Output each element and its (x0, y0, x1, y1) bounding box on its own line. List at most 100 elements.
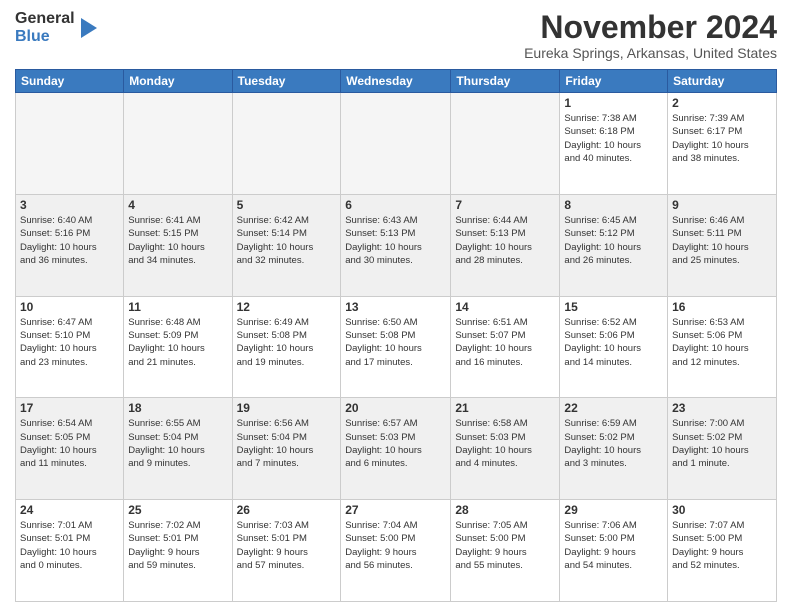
day-info: Sunrise: 6:55 AM Sunset: 5:04 PM Dayligh… (128, 417, 227, 470)
day-number: 4 (128, 198, 227, 212)
calendar-table: Sunday Monday Tuesday Wednesday Thursday… (15, 69, 777, 602)
day-number: 26 (237, 503, 337, 517)
day-number: 2 (672, 96, 772, 110)
day-number: 22 (564, 401, 663, 415)
day-info: Sunrise: 7:01 AM Sunset: 5:01 PM Dayligh… (20, 519, 119, 572)
table-cell: 21Sunrise: 6:58 AM Sunset: 5:03 PM Dayli… (451, 398, 560, 500)
location: Eureka Springs, Arkansas, United States (524, 45, 777, 61)
day-info: Sunrise: 6:50 AM Sunset: 5:08 PM Dayligh… (345, 316, 446, 369)
table-cell: 19 Sunrise: 6:56 AM Sunset: 5:04 PM Dayli… (232, 398, 341, 500)
day-number: 7 (455, 198, 555, 212)
day-info: Sunrise: 7:02 AM Sunset: 5:01 PM Dayligh… (128, 519, 227, 572)
day-number: 15 (564, 300, 663, 314)
table-cell: 15 Sunrise: 6:52 AM Sunset: 5:06 PM Dayli… (560, 296, 668, 398)
day-number: 1 (564, 96, 663, 110)
day-info: Sunrise: 7:00 AM Sunset: 5:02 PM Dayligh… (672, 417, 772, 470)
table-cell: 29Sunrise: 7:06 AM Sunset: 5:00 PM Dayli… (560, 500, 668, 602)
table-cell (451, 93, 560, 195)
day-number: 5 (237, 198, 337, 212)
table-cell: 18 Sunrise: 6:55 AM Sunset: 5:04 PM Dayli… (124, 398, 232, 500)
table-cell: 28 Sunrise: 7:05 AM Sunset: 5:00 PM Dayli… (451, 500, 560, 602)
table-cell: 6 Sunrise: 6:43 AM Sunset: 5:13 PM Daylig… (341, 194, 451, 296)
day-number: 13 (345, 300, 446, 314)
day-info: Sunrise: 7:39 AM Sunset: 6:17 PM Dayligh… (672, 112, 772, 165)
table-cell: 16 Sunrise: 6:53 AM Sunset: 5:06 PM Dayli… (668, 296, 777, 398)
table-cell: 12Sunrise: 6:49 AM Sunset: 5:08 PM Dayli… (232, 296, 341, 398)
calendar: Sunday Monday Tuesday Wednesday Thursday… (15, 69, 777, 602)
table-cell (232, 93, 341, 195)
day-number: 25 (128, 503, 227, 517)
day-number: 14 (455, 300, 555, 314)
table-cell: 26Sunrise: 7:03 AM Sunset: 5:01 PM Dayli… (232, 500, 341, 602)
day-info: Sunrise: 6:42 AM Sunset: 5:14 PM Dayligh… (237, 214, 337, 267)
page: General Blue November 2024 Eureka Spring… (0, 0, 792, 612)
logo-general: General (15, 10, 75, 28)
day-number: 18 (128, 401, 227, 415)
day-number: 3 (20, 198, 119, 212)
day-info: Sunrise: 6:56 AM Sunset: 5:04 PM Dayligh… (237, 417, 337, 470)
col-monday: Monday (124, 70, 232, 93)
table-cell: 22 Sunrise: 6:59 AM Sunset: 5:02 PM Dayli… (560, 398, 668, 500)
logo-blue: Blue (15, 28, 75, 46)
table-cell: 9 Sunrise: 6:46 AM Sunset: 5:11 PM Daylig… (668, 194, 777, 296)
table-cell: 30 Sunrise: 7:07 AM Sunset: 5:00 PM Dayli… (668, 500, 777, 602)
table-row: 24 Sunrise: 7:01 AM Sunset: 5:01 PM Dayli… (16, 500, 777, 602)
day-info: Sunrise: 7:06 AM Sunset: 5:00 PM Dayligh… (564, 519, 663, 572)
day-number: 20 (345, 401, 446, 415)
day-info: Sunrise: 6:59 AM Sunset: 5:02 PM Dayligh… (564, 417, 663, 470)
logo-icon (79, 16, 99, 40)
day-info: Sunrise: 6:57 AM Sunset: 5:03 PM Dayligh… (345, 417, 446, 470)
day-number: 16 (672, 300, 772, 314)
table-cell: 2 Sunrise: 7:39 AM Sunset: 6:17 PM Daylig… (668, 93, 777, 195)
title-section: November 2024 Eureka Springs, Arkansas, … (524, 10, 777, 61)
table-row: 3 Sunrise: 6:40 AM Sunset: 5:16 PM Daylig… (16, 194, 777, 296)
day-number: 24 (20, 503, 119, 517)
day-info: Sunrise: 7:07 AM Sunset: 5:00 PM Dayligh… (672, 519, 772, 572)
day-info: Sunrise: 6:52 AM Sunset: 5:06 PM Dayligh… (564, 316, 663, 369)
day-number: 27 (345, 503, 446, 517)
day-number: 21 (455, 401, 555, 415)
month-title: November 2024 (524, 10, 777, 45)
table-cell: 14Sunrise: 6:51 AM Sunset: 5:07 PM Dayli… (451, 296, 560, 398)
table-cell: 4Sunrise: 6:41 AM Sunset: 5:15 PM Daylig… (124, 194, 232, 296)
table-cell (16, 93, 124, 195)
day-number: 6 (345, 198, 446, 212)
day-number: 9 (672, 198, 772, 212)
day-info: Sunrise: 6:53 AM Sunset: 5:06 PM Dayligh… (672, 316, 772, 369)
table-cell: 13 Sunrise: 6:50 AM Sunset: 5:08 PM Dayli… (341, 296, 451, 398)
col-saturday: Saturday (668, 70, 777, 93)
header-row: Sunday Monday Tuesday Wednesday Thursday… (16, 70, 777, 93)
day-info: Sunrise: 7:38 AM Sunset: 6:18 PM Dayligh… (564, 112, 663, 165)
day-info: Sunrise: 6:43 AM Sunset: 5:13 PM Dayligh… (345, 214, 446, 267)
day-info: Sunrise: 6:44 AM Sunset: 5:13 PM Dayligh… (455, 214, 555, 267)
col-tuesday: Tuesday (232, 70, 341, 93)
table-cell (124, 93, 232, 195)
day-info: Sunrise: 6:45 AM Sunset: 5:12 PM Dayligh… (564, 214, 663, 267)
day-number: 28 (455, 503, 555, 517)
day-number: 19 (237, 401, 337, 415)
day-number: 12 (237, 300, 337, 314)
table-cell: 3 Sunrise: 6:40 AM Sunset: 5:16 PM Daylig… (16, 194, 124, 296)
day-number: 17 (20, 401, 119, 415)
day-info: Sunrise: 6:40 AM Sunset: 5:16 PM Dayligh… (20, 214, 119, 267)
day-number: 30 (672, 503, 772, 517)
table-cell: 1 Sunrise: 7:38 AM Sunset: 6:18 PM Daylig… (560, 93, 668, 195)
table-row: 17 Sunrise: 6:54 AM Sunset: 5:05 PM Dayli… (16, 398, 777, 500)
day-number: 10 (20, 300, 119, 314)
day-info: Sunrise: 7:04 AM Sunset: 5:00 PM Dayligh… (345, 519, 446, 572)
table-cell: 27 Sunrise: 7:04 AM Sunset: 5:00 PM Dayli… (341, 500, 451, 602)
table-cell: 23 Sunrise: 7:00 AM Sunset: 5:02 PM Dayli… (668, 398, 777, 500)
day-number: 23 (672, 401, 772, 415)
col-friday: Friday (560, 70, 668, 93)
day-info: Sunrise: 6:54 AM Sunset: 5:05 PM Dayligh… (20, 417, 119, 470)
logo: General Blue (15, 10, 99, 45)
header: General Blue November 2024 Eureka Spring… (15, 10, 777, 61)
col-thursday: Thursday (451, 70, 560, 93)
col-wednesday: Wednesday (341, 70, 451, 93)
day-info: Sunrise: 7:05 AM Sunset: 5:00 PM Dayligh… (455, 519, 555, 572)
day-info: Sunrise: 6:46 AM Sunset: 5:11 PM Dayligh… (672, 214, 772, 267)
day-number: 11 (128, 300, 227, 314)
table-cell: 11Sunrise: 6:48 AM Sunset: 5:09 PM Dayli… (124, 296, 232, 398)
table-cell: 25 Sunrise: 7:02 AM Sunset: 5:01 PM Dayli… (124, 500, 232, 602)
table-cell: 24 Sunrise: 7:01 AM Sunset: 5:01 PM Dayli… (16, 500, 124, 602)
